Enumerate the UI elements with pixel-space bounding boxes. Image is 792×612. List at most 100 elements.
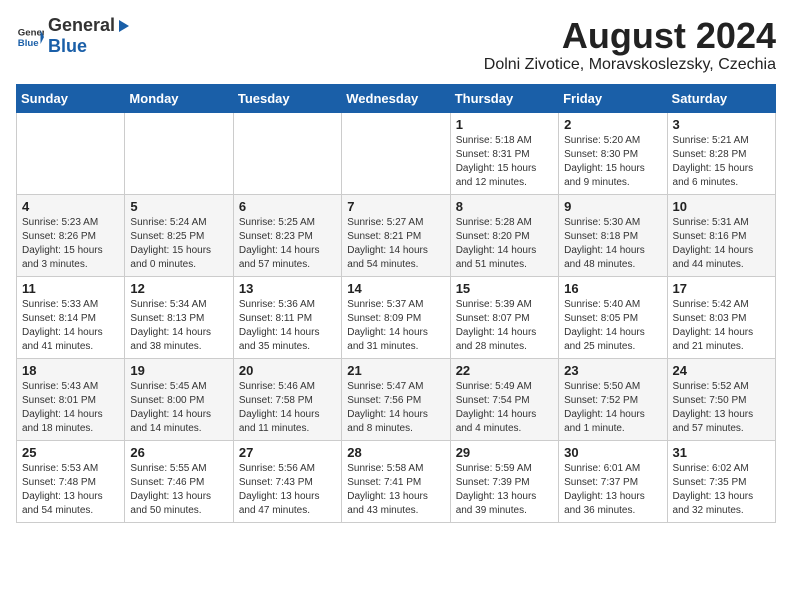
header-thursday: Thursday	[450, 84, 558, 112]
week-row-2: 11 Sunrise: 5:33 AM Sunset: 8:14 PM Dayli…	[17, 276, 776, 358]
day-detail: Sunrise: 5:18 AM Sunset: 8:31 PM Dayligh…	[456, 134, 553, 190]
day-cell: 25 Sunrise: 5:53 AM Sunset: 7:48 PM Dayli…	[17, 440, 125, 522]
day-cell: 12 Sunrise: 5:34 AM Sunset: 8:13 PM Dayli…	[125, 276, 233, 358]
day-detail: Sunrise: 5:56 AM Sunset: 7:43 PM Dayligh…	[239, 462, 336, 518]
day-cell: 17Sunrise: 5:42 AM Sunset: 8:03 PM Dayli…	[667, 276, 775, 358]
day-detail: Sunrise: 5:45 AM Sunset: 8:00 PM Dayligh…	[130, 380, 227, 436]
day-number: 21	[347, 363, 444, 378]
day-detail: Sunrise: 5:40 AM Sunset: 8:05 PM Dayligh…	[564, 298, 661, 354]
week-row-1: 4Sunrise: 5:23 AM Sunset: 8:26 PM Daylig…	[17, 194, 776, 276]
day-cell: 10Sunrise: 5:31 AM Sunset: 8:16 PM Dayli…	[667, 194, 775, 276]
day-detail: Sunrise: 5:20 AM Sunset: 8:30 PM Dayligh…	[564, 134, 661, 190]
day-detail: Sunrise: 5:34 AM Sunset: 8:13 PM Dayligh…	[130, 298, 227, 354]
week-row-0: 1 Sunrise: 5:18 AM Sunset: 8:31 PM Daylig…	[17, 112, 776, 194]
day-cell: 13Sunrise: 5:36 AM Sunset: 8:11 PM Dayli…	[233, 276, 341, 358]
day-detail: Sunrise: 5:36 AM Sunset: 8:11 PM Dayligh…	[239, 298, 336, 354]
day-detail: Sunrise: 5:37 AM Sunset: 8:09 PM Dayligh…	[347, 298, 444, 354]
day-cell: 29 Sunrise: 5:59 AM Sunset: 7:39 PM Dayli…	[450, 440, 558, 522]
day-detail: Sunrise: 5:50 AM Sunset: 7:52 PM Dayligh…	[564, 380, 661, 436]
day-cell: 22 Sunrise: 5:49 AM Sunset: 7:54 PM Dayli…	[450, 358, 558, 440]
day-number: 7	[347, 199, 444, 214]
svg-text:General: General	[18, 27, 44, 38]
day-cell: 21 Sunrise: 5:47 AM Sunset: 7:56 PM Dayli…	[342, 358, 450, 440]
day-number: 15	[456, 281, 553, 296]
day-detail: Sunrise: 5:39 AM Sunset: 8:07 PM Dayligh…	[456, 298, 553, 354]
header-monday: Monday	[125, 84, 233, 112]
day-number: 26	[130, 445, 227, 460]
day-cell: 8 Sunrise: 5:28 AM Sunset: 8:20 PM Daylig…	[450, 194, 558, 276]
title-area: August 2024 Dolni Zivotice, Moravskoslez…	[484, 16, 776, 74]
day-number: 3	[673, 117, 770, 132]
day-cell: 26 Sunrise: 5:55 AM Sunset: 7:46 PM Dayli…	[125, 440, 233, 522]
day-number: 12	[130, 281, 227, 296]
day-detail: Sunrise: 5:52 AM Sunset: 7:50 PM Dayligh…	[673, 380, 770, 436]
day-number: 27	[239, 445, 336, 460]
day-number: 1	[456, 117, 553, 132]
day-cell: 31Sunrise: 6:02 AM Sunset: 7:35 PM Dayli…	[667, 440, 775, 522]
header-sunday: Sunday	[17, 84, 125, 112]
day-detail: Sunrise: 5:47 AM Sunset: 7:56 PM Dayligh…	[347, 380, 444, 436]
day-cell: 1 Sunrise: 5:18 AM Sunset: 8:31 PM Daylig…	[450, 112, 558, 194]
day-number: 25	[22, 445, 119, 460]
header-tuesday: Tuesday	[233, 84, 341, 112]
day-number: 23	[564, 363, 661, 378]
header-row: SundayMondayTuesdayWednesdayThursdayFrid…	[17, 84, 776, 112]
day-cell	[342, 112, 450, 194]
day-detail: Sunrise: 5:21 AM Sunset: 8:28 PM Dayligh…	[673, 134, 770, 190]
day-cell: 15 Sunrise: 5:39 AM Sunset: 8:07 PM Dayli…	[450, 276, 558, 358]
day-number: 22	[456, 363, 553, 378]
day-detail: Sunrise: 5:27 AM Sunset: 8:21 PM Dayligh…	[347, 216, 444, 272]
day-cell	[125, 112, 233, 194]
day-detail: Sunrise: 5:24 AM Sunset: 8:25 PM Dayligh…	[130, 216, 227, 272]
day-number: 30	[564, 445, 661, 460]
day-cell: 16 Sunrise: 5:40 AM Sunset: 8:05 PM Dayli…	[559, 276, 667, 358]
logo-arrow	[117, 16, 131, 36]
day-detail: Sunrise: 5:23 AM Sunset: 8:26 PM Dayligh…	[22, 216, 119, 272]
day-cell: 23 Sunrise: 5:50 AM Sunset: 7:52 PM Dayli…	[559, 358, 667, 440]
day-number: 18	[22, 363, 119, 378]
day-cell: 27 Sunrise: 5:56 AM Sunset: 7:43 PM Dayli…	[233, 440, 341, 522]
day-number: 9	[564, 199, 661, 214]
day-cell: 20Sunrise: 5:46 AM Sunset: 7:58 PM Dayli…	[233, 358, 341, 440]
calendar-table: SundayMondayTuesdayWednesdayThursdayFrid…	[16, 84, 776, 523]
day-number: 17	[673, 281, 770, 296]
day-number: 5	[130, 199, 227, 214]
day-cell	[233, 112, 341, 194]
header: General Blue General Blue August 2024 Do…	[16, 16, 776, 74]
day-detail: Sunrise: 5:33 AM Sunset: 8:14 PM Dayligh…	[22, 298, 119, 354]
day-detail: Sunrise: 5:55 AM Sunset: 7:46 PM Dayligh…	[130, 462, 227, 518]
day-cell: 28 Sunrise: 5:58 AM Sunset: 7:41 PM Dayli…	[342, 440, 450, 522]
day-cell: 6Sunrise: 5:25 AM Sunset: 8:23 PM Daylig…	[233, 194, 341, 276]
day-cell	[17, 112, 125, 194]
day-number: 14	[347, 281, 444, 296]
week-row-3: 18 Sunrise: 5:43 AM Sunset: 8:01 PM Dayli…	[17, 358, 776, 440]
day-number: 8	[456, 199, 553, 214]
main-title: August 2024	[484, 16, 776, 56]
day-cell: 19 Sunrise: 5:45 AM Sunset: 8:00 PM Dayli…	[125, 358, 233, 440]
day-detail: Sunrise: 5:43 AM Sunset: 8:01 PM Dayligh…	[22, 380, 119, 436]
day-cell: 2 Sunrise: 5:20 AM Sunset: 8:30 PM Daylig…	[559, 112, 667, 194]
day-number: 2	[564, 117, 661, 132]
day-detail: Sunrise: 5:46 AM Sunset: 7:58 PM Dayligh…	[239, 380, 336, 436]
day-detail: Sunrise: 5:49 AM Sunset: 7:54 PM Dayligh…	[456, 380, 553, 436]
week-row-4: 25 Sunrise: 5:53 AM Sunset: 7:48 PM Dayli…	[17, 440, 776, 522]
day-cell: 30 Sunrise: 6:01 AM Sunset: 7:37 PM Dayli…	[559, 440, 667, 522]
day-number: 29	[456, 445, 553, 460]
day-cell: 4Sunrise: 5:23 AM Sunset: 8:26 PM Daylig…	[17, 194, 125, 276]
day-detail: Sunrise: 6:01 AM Sunset: 7:37 PM Dayligh…	[564, 462, 661, 518]
day-detail: Sunrise: 5:53 AM Sunset: 7:48 PM Dayligh…	[22, 462, 119, 518]
logo-general: General	[48, 16, 115, 36]
day-number: 31	[673, 445, 770, 460]
day-number: 28	[347, 445, 444, 460]
day-detail: Sunrise: 5:25 AM Sunset: 8:23 PM Dayligh…	[239, 216, 336, 272]
day-detail: Sunrise: 5:28 AM Sunset: 8:20 PM Dayligh…	[456, 216, 553, 272]
header-friday: Friday	[559, 84, 667, 112]
day-number: 19	[130, 363, 227, 378]
day-detail: Sunrise: 5:58 AM Sunset: 7:41 PM Dayligh…	[347, 462, 444, 518]
day-detail: Sunrise: 5:31 AM Sunset: 8:16 PM Dayligh…	[673, 216, 770, 272]
day-cell: 18 Sunrise: 5:43 AM Sunset: 8:01 PM Dayli…	[17, 358, 125, 440]
svg-text:Blue: Blue	[18, 37, 39, 48]
day-number: 16	[564, 281, 661, 296]
day-number: 11	[22, 281, 119, 296]
day-detail: Sunrise: 5:59 AM Sunset: 7:39 PM Dayligh…	[456, 462, 553, 518]
